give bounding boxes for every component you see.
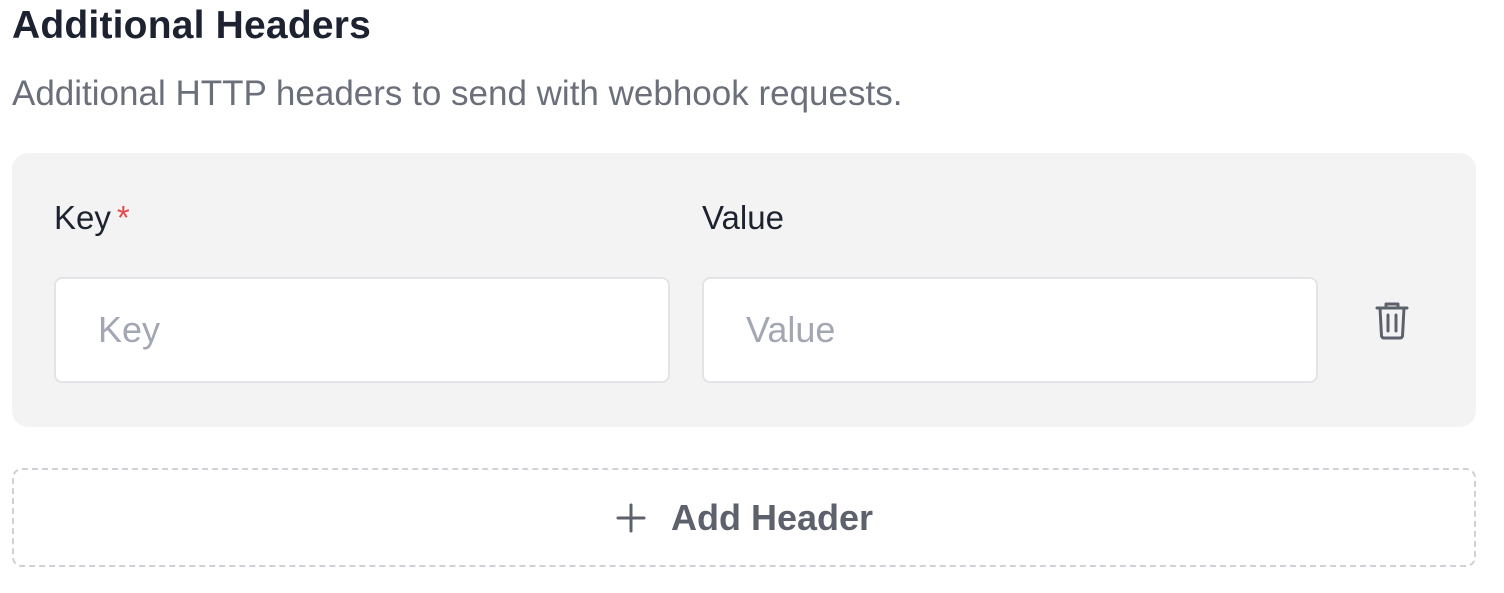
additional-headers-section: Additional Headers Additional HTTP heade… <box>0 0 1504 593</box>
required-marker: * <box>116 199 130 236</box>
key-input[interactable] <box>54 277 670 383</box>
section-description: Additional HTTP headers to send with web… <box>12 74 903 113</box>
add-header-label: Add Header <box>670 496 874 538</box>
key-label-group: Key * <box>54 199 130 237</box>
section-title: Additional Headers <box>12 4 371 47</box>
delete-header-button[interactable] <box>1368 293 1416 347</box>
value-label: Value <box>702 199 784 236</box>
add-header-button[interactable]: Add Header <box>12 468 1476 567</box>
value-input[interactable] <box>702 277 1318 383</box>
key-label: Key <box>54 199 111 236</box>
plus-icon <box>615 502 647 534</box>
header-row-card: Key * Value <box>12 153 1476 427</box>
trash-icon <box>1375 302 1409 340</box>
